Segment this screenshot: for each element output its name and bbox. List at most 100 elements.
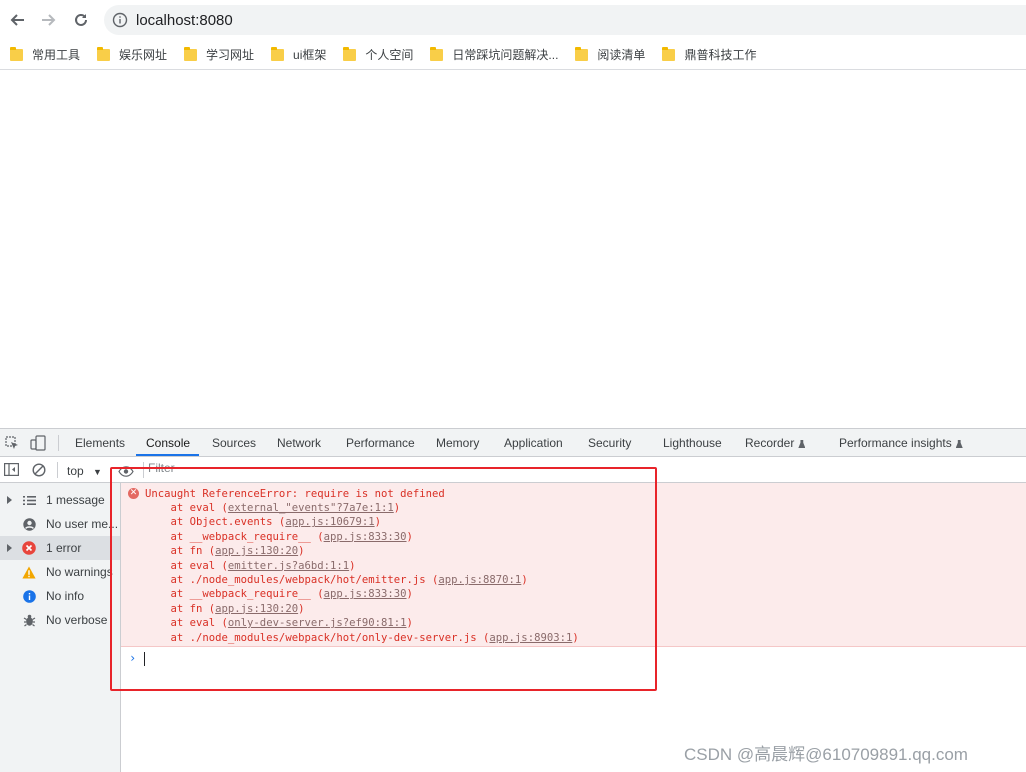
tab-label: Elements <box>75 436 126 450</box>
folder-icon <box>97 46 111 61</box>
address-bar[interactable]: localhost:8080 <box>104 5 1026 35</box>
console-prompt[interactable]: › <box>121 647 1026 669</box>
tab-divider <box>58 435 59 451</box>
live-expression-eye-icon[interactable] <box>118 464 134 482</box>
source-link[interactable]: app.js:10679:1 <box>285 516 374 528</box>
folder-icon <box>662 46 676 61</box>
dropdown-arrow-icon: ▼ <box>93 467 102 477</box>
source-link[interactable]: app.js:8903:1 <box>489 632 572 644</box>
inspect-element-icon[interactable] <box>5 436 19 455</box>
stack-frame-suffix: ) <box>406 530 413 543</box>
tab-label: Console <box>146 436 191 450</box>
sidebar-filter-item[interactable]: No warnings <box>0 560 120 584</box>
forward-button[interactable] <box>39 8 59 32</box>
sidebar-filter-item[interactable]: 1 message <box>0 488 120 512</box>
info-circle-icon[interactable] <box>112 12 128 28</box>
source-link[interactable]: app.js:833:30 <box>324 531 407 543</box>
source-link[interactable]: emitter.js?a6bd:1:1 <box>228 560 349 572</box>
tab-performance[interactable]: Performance <box>346 436 415 450</box>
sidebar-item-label: 1 error <box>46 541 82 555</box>
stack-frame-suffix: ) <box>374 516 382 529</box>
stack-frame-text: at __webpack_require__ ( <box>145 588 324 601</box>
stack-trace-line: at Object.events (app.js:10679:1) <box>145 516 382 529</box>
folder-icon <box>184 46 198 61</box>
sidebar-item-label: No user me... <box>46 517 119 531</box>
expand-arrow-icon[interactable] <box>7 496 12 504</box>
tab-memory[interactable]: Memory <box>436 436 479 450</box>
bookmark-item[interactable]: 鼎普科技工作 <box>662 46 756 63</box>
filter-input[interactable]: Filter <box>148 461 175 475</box>
bookmark-item[interactable]: 日常踩坑问题解决... <box>430 46 558 63</box>
stack-frame-suffix: ) <box>349 559 356 572</box>
stack-frame-suffix: ) <box>521 574 528 586</box>
expand-arrow-icon[interactable] <box>7 544 12 552</box>
folder-icon <box>430 46 444 61</box>
source-link[interactable]: app.js:130:20 <box>215 545 298 557</box>
stack-frame-text: at fn ( <box>145 602 216 615</box>
filter-divider-2 <box>143 462 144 478</box>
folder-icon <box>343 46 357 61</box>
tab-sources[interactable]: Sources <box>212 436 256 450</box>
bookmark-item[interactable]: 个人空间 <box>343 46 413 63</box>
tab-label: Lighthouse <box>663 436 722 450</box>
tab-lighthouse[interactable]: Lighthouse <box>663 436 722 450</box>
experimental-flask-icon <box>798 440 806 448</box>
bug-icon <box>22 613 36 627</box>
bookmark-item[interactable]: 学习网址 <box>184 46 254 63</box>
stack-frame-text: at Object.events ( <box>145 516 286 529</box>
bookmark-label: 鼎普科技工作 <box>684 48 757 62</box>
tab-console[interactable]: Console <box>146 436 190 450</box>
device-toolbar-icon[interactable] <box>30 435 46 456</box>
source-link[interactable]: app.js:833:30 <box>324 588 407 600</box>
error-icon <box>22 541 36 555</box>
source-link[interactable]: external_"events"?7a7e:1:1 <box>228 502 394 514</box>
stack-frame-suffix: ) <box>406 588 413 601</box>
browser-toolbar: localhost:8080 <box>0 0 1026 40</box>
stack-frame-text: at __webpack_require__ ( <box>145 530 324 543</box>
stack-frame-text: at eval ( <box>145 559 228 572</box>
bookmark-item[interactable]: 常用工具 <box>10 46 80 63</box>
reload-button[interactable] <box>71 8 91 32</box>
folder-icon <box>271 46 285 61</box>
bookmark-label: 常用工具 <box>32 48 81 62</box>
stack-trace-line: at ./node_modules/webpack/hot/emitter.js… <box>145 574 528 586</box>
tab-network[interactable]: Network <box>277 436 321 450</box>
stack-trace-line: at fn (app.js:130:20) <box>145 545 305 558</box>
context-selector[interactable]: top ▼ <box>67 464 102 478</box>
tab-recorder[interactable]: Recorder <box>745 436 806 450</box>
tab-application[interactable]: Application <box>504 436 563 450</box>
info-icon <box>22 589 36 603</box>
experimental-flask-icon <box>955 440 963 448</box>
tab-performance-insights[interactable]: Performance insights <box>839 436 963 450</box>
sidebar-filter-item[interactable]: No verbose <box>0 608 120 632</box>
sidebar-toggle-icon[interactable] <box>4 463 20 481</box>
tab-security[interactable]: Security <box>588 436 631 450</box>
stack-trace-line: at eval (only-dev-server.js?ef90:81:1) <box>145 617 413 629</box>
source-link[interactable]: only-dev-server.js?ef90:81:1 <box>228 617 407 629</box>
clear-console-icon[interactable] <box>32 463 46 482</box>
console-sidebar: 1 message No user me... 1 error No warnings… <box>0 483 121 772</box>
bookmark-item[interactable]: 娱乐网址 <box>97 46 167 63</box>
bookmark-item[interactable]: 阅读清单 <box>575 46 645 63</box>
error-message-block[interactable]: ✕ Uncaught ReferenceError: require is no… <box>121 483 1026 647</box>
text-cursor <box>144 652 145 666</box>
source-link[interactable]: app.js:8870:1 <box>438 574 521 586</box>
stack-trace-line: at eval (external_"events"?7a7e:1:1) <box>145 502 401 514</box>
stack-frame-suffix: ) <box>298 545 305 558</box>
sidebar-filter-item[interactable]: No user me... <box>0 512 120 536</box>
stack-frame-suffix: ) <box>406 617 413 630</box>
folder-icon <box>10 46 23 61</box>
sidebar-filter-item[interactable]: 1 error <box>0 536 120 560</box>
sidebar-filter-item[interactable]: No info <box>0 584 120 608</box>
tab-label: Recorder <box>745 436 795 450</box>
warning-icon <box>22 565 36 579</box>
stack-frame-text: at ./node_modules/webpack/hot/emitter.js… <box>145 574 439 586</box>
tab-elements[interactable]: Elements <box>75 436 125 450</box>
back-button[interactable] <box>7 8 27 32</box>
bookmark-item[interactable]: ui框架 <box>271 46 326 63</box>
sidebar-item-label: No info <box>46 589 85 603</box>
source-link[interactable]: app.js:130:20 <box>215 603 298 615</box>
watermark: CSDN @高晨辉@610709891.qq.com <box>684 745 968 764</box>
stack-frame-suffix: ) <box>298 602 305 615</box>
stack-trace-line: at __webpack_require__ (app.js:833:30) <box>145 588 413 600</box>
